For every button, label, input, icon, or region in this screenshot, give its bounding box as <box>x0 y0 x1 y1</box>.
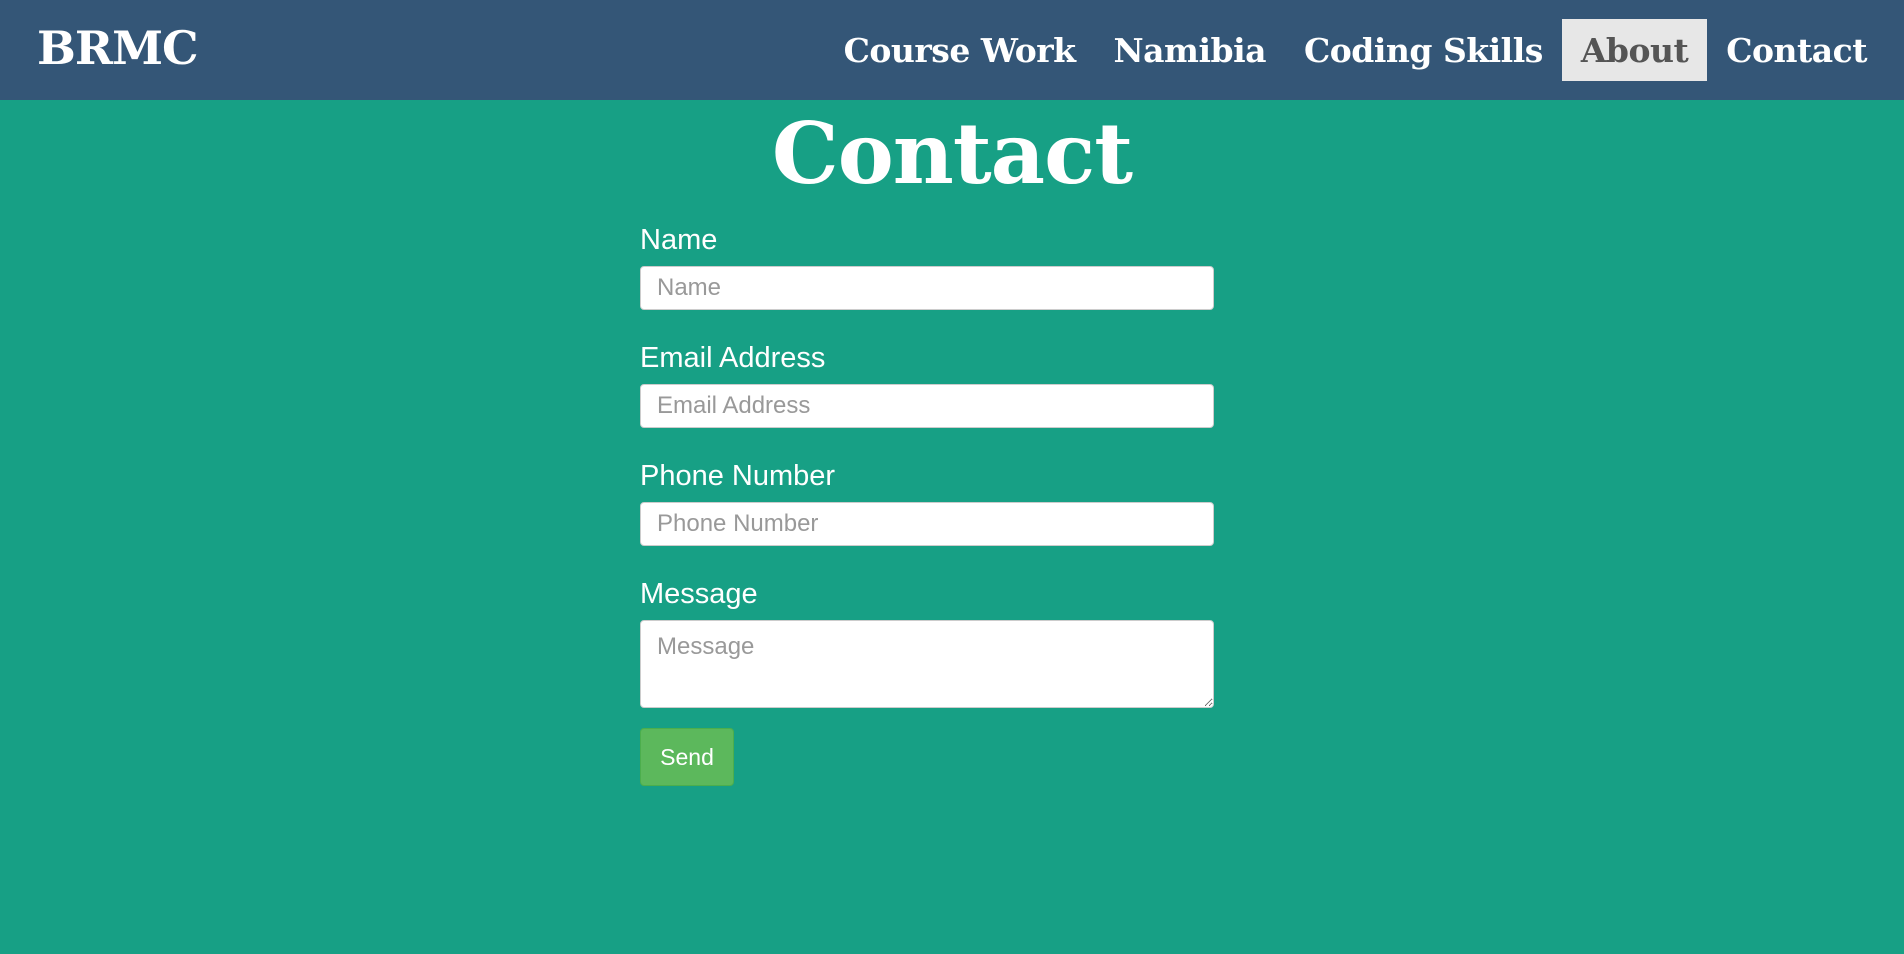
phone-label: Phone Number <box>640 460 836 492</box>
brand-logo[interactable]: BRMC <box>37 0 199 100</box>
message-group: Message <box>640 574 1214 708</box>
nav-item-contact[interactable]: Contact <box>1707 19 1886 81</box>
email-group: Email Address <box>640 338 1214 428</box>
nav-item-course-work[interactable]: Course Work <box>825 19 1095 81</box>
name-group: Name <box>640 220 1214 310</box>
email-input[interactable] <box>640 384 1214 428</box>
name-label: Name <box>640 224 718 256</box>
message-label: Message <box>640 578 758 610</box>
name-input[interactable] <box>640 266 1214 310</box>
nav-item-about[interactable]: About <box>1561 19 1708 81</box>
nav-item-coding-skills[interactable]: Coding Skills <box>1285 19 1562 81</box>
navbar: BRMC Course Work Namibia Coding Skills A… <box>0 0 1904 100</box>
contact-form: Name Email Address Phone Number Message … <box>640 220 1214 786</box>
email-label: Email Address <box>640 342 826 374</box>
nav-item-namibia[interactable]: Namibia <box>1095 19 1286 81</box>
phone-group: Phone Number <box>640 456 1214 546</box>
phone-input[interactable] <box>640 502 1214 546</box>
page-title: Contact <box>771 104 1133 203</box>
nav-menu: Course Work Namibia Coding Skills About … <box>825 19 1886 81</box>
message-textarea[interactable] <box>640 620 1214 708</box>
send-button[interactable]: Send <box>640 728 734 786</box>
